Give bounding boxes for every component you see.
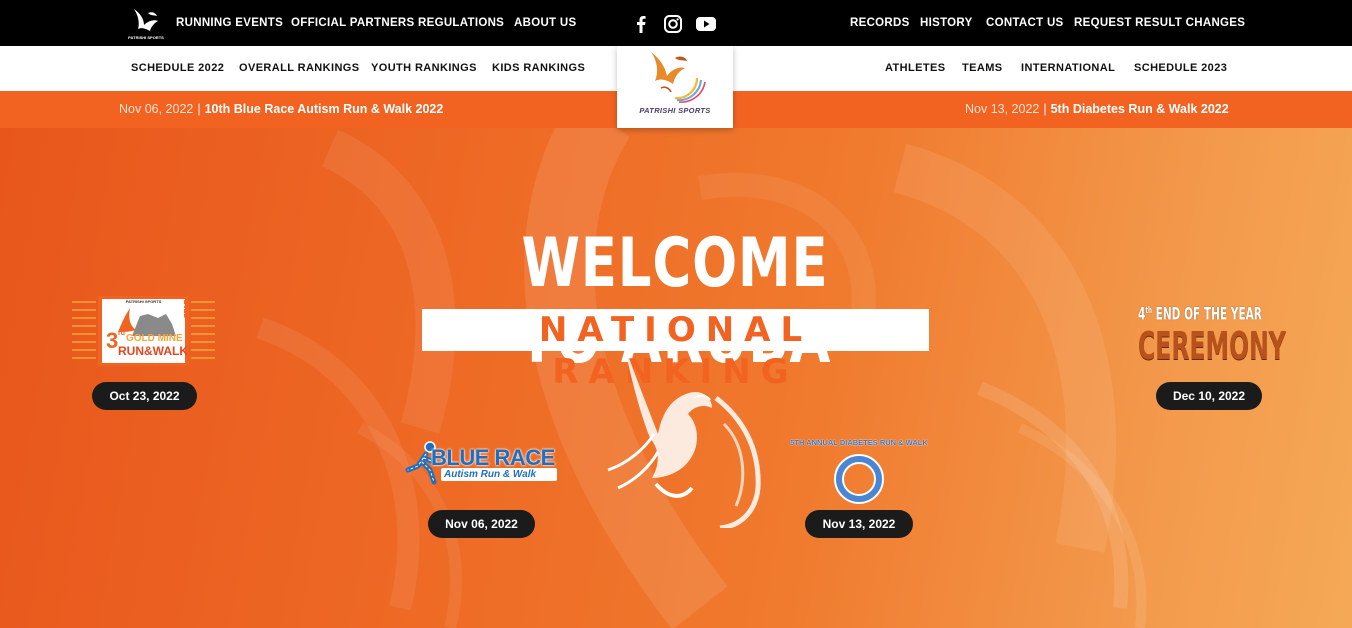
subnav-teams[interactable]: TEAMS	[962, 46, 1003, 91]
ticker-title: 5th Diabetes Run & Walk 2022	[1050, 102, 1229, 116]
goldmine-line2: RUN&WALK	[118, 344, 188, 358]
subnav-schedule-2023[interactable]: SCHEDULE 2023	[1134, 46, 1227, 91]
facebook-icon[interactable]	[630, 13, 652, 35]
brand-small-text: PATRISHI SPORTS	[128, 35, 164, 40]
nav-history[interactable]: HISTORY	[920, 0, 973, 46]
ceremony-ordinal-suffix: th	[1145, 306, 1152, 316]
subnav-overall-rankings[interactable]: OVERALL RANKINGS	[239, 46, 359, 91]
nav-official-partners[interactable]: OFFICIAL PARTNERS	[291, 0, 415, 46]
ticker-event-left[interactable]: Nov 06, 2022 | 10th Blue Race Autism Run &…	[119, 91, 443, 128]
ticker-title: 10th Blue Race Autism Run & Walk 2022	[204, 102, 444, 116]
goldmine-line1: GOLD MINE	[126, 333, 183, 344]
ticker-date: Nov 06, 2022	[119, 102, 194, 116]
goldmine-ordinal: 3	[106, 328, 119, 353]
center-brand-text: PATRISHI SPORTS	[639, 106, 711, 115]
ticker-event-right[interactable]: Nov 13, 2022 | 5th Diabetes Run & Walk 202…	[965, 91, 1229, 128]
nav-contact-us[interactable]: CONTACT US	[986, 0, 1064, 46]
subnav-schedule-2022[interactable]: SCHEDULE 2022	[131, 46, 224, 91]
ceremony-ordinal: 4	[1138, 304, 1146, 325]
goldmine-ordinal-suffix: rd	[118, 330, 125, 337]
nav-running-events[interactable]: RUNNING EVENTS	[176, 0, 283, 46]
bluerace-date-pill[interactable]: Nov 06, 2022	[428, 510, 535, 538]
nav-request-result-changes[interactable]: REQUEST RESULT CHANGES	[1074, 0, 1245, 46]
goldmine-brand: PATRISHI SPORTS	[125, 299, 162, 304]
ceremony-event-logo[interactable]: 4th END OF THE YEAR CEREMONY	[1134, 300, 1286, 366]
ceremony-line1: END OF THE YEAR	[1155, 304, 1262, 325]
goldmine-date-pill[interactable]: Oct 23, 2022	[92, 382, 197, 410]
ceremony-date-pill[interactable]: Dec 10, 2022	[1156, 382, 1262, 410]
nav-records[interactable]: RECORDS	[850, 0, 910, 46]
patrishi-sports-logo-small[interactable]: PATRISHI SPORTS	[124, 5, 168, 41]
phoenix-icon	[607, 344, 761, 528]
ceremony-line2: CEREMONY	[1138, 324, 1286, 368]
subnav-kids-rankings[interactable]: KIDS RANKINGS	[492, 46, 585, 91]
subnav-youth-rankings[interactable]: YOUTH RANKINGS	[371, 46, 477, 91]
subnav-athletes[interactable]: ATHLETES	[885, 46, 945, 91]
goldmine-event-logo[interactable]: PATRISHI SPORTS 2022 3 rd GOLD MINE RUN&…	[72, 296, 215, 366]
diabetes-event-logo[interactable]: 5TH ANNUAL DIABETES RUN & WALK	[776, 438, 942, 504]
top-navbar: PATRISHI SPORTS RUNNING EVENTS OFFICIAL …	[0, 0, 1352, 46]
nav-regulations[interactable]: REGULATIONS	[418, 0, 504, 46]
diabetes-title: 5TH ANNUAL DIABETES RUN & WALK	[790, 438, 928, 447]
blue-circle-icon	[834, 454, 884, 504]
nav-about-us[interactable]: ABOUT US	[514, 0, 576, 46]
diabetes-date-pill[interactable]: Nov 13, 2022	[805, 510, 913, 538]
bluerace-line1: BLUE RACE	[431, 445, 555, 470]
goldmine-year: 2022	[182, 300, 191, 318]
instagram-icon[interactable]	[662, 13, 684, 35]
patrishi-sports-logo[interactable]: PATRISHI SPORTS	[617, 46, 733, 128]
youtube-icon[interactable]	[695, 13, 717, 35]
ticker-date: Nov 13, 2022	[965, 102, 1040, 116]
bluerace-event-logo[interactable]: BLUE RACE Autism Run & Walk	[404, 440, 558, 486]
hero-title-welcome: WELCOME TO ARUBA	[519, 224, 831, 378]
subnav-international[interactable]: INTERNATIONAL	[1021, 46, 1115, 91]
bluerace-line2: Autism Run & Walk	[444, 469, 537, 480]
ceremony-line1-wrap: 4th END OF THE YEAR	[1138, 302, 1262, 324]
